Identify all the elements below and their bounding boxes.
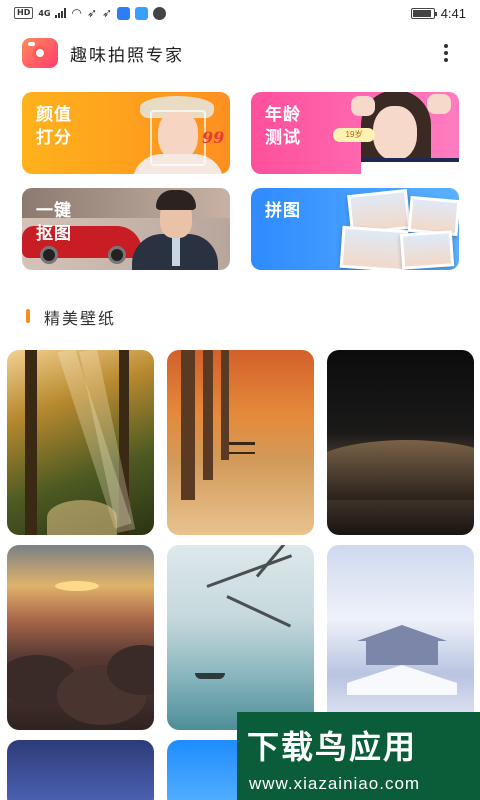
bench-image — [229, 442, 255, 454]
wallpaper-clouds[interactable] — [7, 545, 154, 730]
collage-photo — [339, 225, 409, 270]
rocket-icon: ➶ — [86, 6, 98, 20]
feature-label-collage-text: 拼图 — [265, 201, 301, 221]
wifi-icon: ◠ — [71, 6, 82, 20]
shield-icon — [117, 6, 131, 20]
wallpaper-snow[interactable] — [327, 545, 474, 730]
feature-label-score: 颜值 打分 — [36, 104, 72, 150]
cloud-icon — [135, 6, 149, 20]
feature-card-age[interactable]: 19岁 年龄 测试 — [251, 92, 459, 174]
hd-badge: HD — [14, 7, 34, 19]
wallpaper-lake[interactable] — [167, 545, 314, 730]
wallpaper-city[interactable] — [7, 740, 154, 800]
rocket-icon: ➶ — [102, 6, 113, 20]
palace-image — [357, 625, 447, 665]
network-type: 4G — [38, 8, 51, 18]
status-right: 4:41 — [410, 5, 466, 21]
app-title: 趣味拍照专家 — [70, 45, 184, 66]
clock: 4:41 — [440, 5, 466, 21]
feature-label-age: 年龄 测试 — [265, 104, 301, 150]
wallpaper-autumn[interactable] — [167, 350, 314, 535]
score-number: 99 — [202, 128, 225, 147]
feature-label-age-text: 年龄 测试 — [265, 105, 301, 148]
battery-level — [412, 9, 431, 17]
watermark: 下载鸟应用 www.xiazainiao.com — [237, 712, 480, 800]
section-accent-bar — [26, 309, 30, 323]
more-vertical-icon[interactable] — [434, 38, 458, 68]
app-bar: 趣味拍照专家 — [0, 30, 480, 76]
section-title: 精美壁纸 — [44, 309, 117, 328]
focus-frame-icon — [150, 110, 206, 166]
feature-label-collage: 拼图 — [265, 200, 301, 223]
wallpaper-forest[interactable] — [7, 350, 154, 535]
feature-label-cutout: 一键 抠图 — [36, 200, 72, 246]
wallpaper-dune[interactable] — [327, 350, 474, 535]
feature-label-cutout-text: 一键 抠图 — [36, 201, 72, 244]
battery-icon — [410, 7, 437, 19]
feature-label-score-text: 颜值 打分 — [36, 105, 72, 148]
feature-card-score[interactable]: 99 颜值 打分 — [22, 92, 230, 174]
camera-icon — [22, 38, 58, 68]
feature-card-collage[interactable]: 拼图 — [251, 188, 459, 270]
status-left: HD 4G ◠ ➶ ➶ — [14, 6, 167, 20]
status-bar: HD 4G ◠ ➶ ➶ 4:41 — [0, 0, 480, 26]
feature-card-cutout[interactable]: 一键 抠图 — [22, 188, 230, 270]
watermark-url: www.xiazainiao.com — [249, 774, 421, 793]
signal-icon — [55, 8, 67, 18]
boat-image — [195, 673, 225, 679]
watermark-main: 下载鸟应用 — [247, 728, 418, 766]
age-badge: 19岁 — [333, 128, 375, 142]
collage-photo — [399, 230, 455, 270]
compass-icon — [153, 6, 167, 20]
